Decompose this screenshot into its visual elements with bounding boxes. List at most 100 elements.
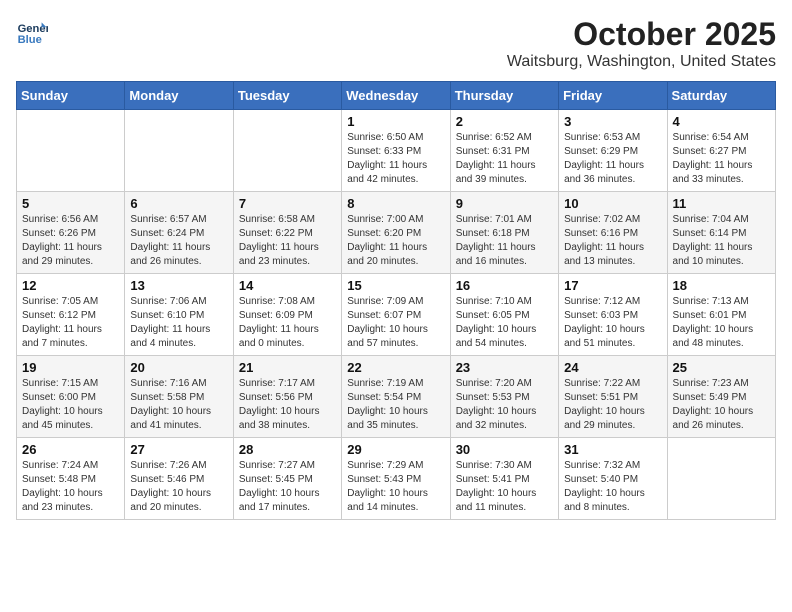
- calendar-cell: 15 Sunrise: 7:09 AM Sunset: 6:07 PM Dayli…: [342, 274, 450, 356]
- weekday-header-sunday: Sunday: [17, 82, 125, 110]
- day-number: 25: [673, 360, 770, 375]
- calendar-cell: 7 Sunrise: 6:58 AM Sunset: 6:22 PM Daylig…: [233, 192, 341, 274]
- day-info: Sunrise: 6:56 AM Sunset: 6:26 PM Dayligh…: [22, 213, 119, 269]
- day-number: 1: [347, 114, 444, 129]
- calendar-cell: 31 Sunrise: 7:32 AM Sunset: 5:40 PM Dayli…: [559, 438, 667, 520]
- calendar-cell: 19 Sunrise: 7:15 AM Sunset: 6:00 PM Dayli…: [17, 356, 125, 438]
- calendar-cell: 4Sunrise: 6:54 AM Sunset: 6:27 PM Daylig…: [667, 110, 775, 192]
- day-number: 20: [130, 360, 227, 375]
- day-info: Sunrise: 7:24 AM Sunset: 5:48 PM Dayligh…: [22, 459, 119, 515]
- day-info: Sunrise: 7:17 AM Sunset: 5:56 PM Dayligh…: [239, 377, 336, 433]
- calendar-cell: 8 Sunrise: 7:00 AM Sunset: 6:20 PM Daylig…: [342, 192, 450, 274]
- day-info: Sunrise: 6:52 AM Sunset: 6:31 PM Dayligh…: [456, 131, 553, 187]
- day-number: 16: [456, 278, 553, 293]
- day-info: Sunrise: 7:22 AM Sunset: 5:51 PM Dayligh…: [564, 377, 661, 433]
- day-number: 6: [130, 196, 227, 211]
- calendar-week-row: 19 Sunrise: 7:15 AM Sunset: 6:00 PM Dayli…: [17, 356, 776, 438]
- calendar-cell: 25 Sunrise: 7:23 AM Sunset: 5:49 PM Dayli…: [667, 356, 775, 438]
- calendar-cell: 3 Sunrise: 6:53 AM Sunset: 6:29 PM Daylig…: [559, 110, 667, 192]
- weekday-header-thursday: Thursday: [450, 82, 558, 110]
- day-info: Sunrise: 7:32 AM Sunset: 5:40 PM Dayligh…: [564, 459, 661, 515]
- day-number: 8: [347, 196, 444, 211]
- calendar-cell: 30 Sunrise: 7:30 AM Sunset: 5:41 PM Dayli…: [450, 438, 558, 520]
- page-header: General Blue October 2025 Waitsburg, Was…: [16, 16, 776, 71]
- day-info: Sunrise: 7:20 AM Sunset: 5:53 PM Dayligh…: [456, 377, 553, 433]
- day-info: Sunrise: 7:01 AM Sunset: 6:18 PM Dayligh…: [456, 213, 553, 269]
- day-info: Sunrise: 6:50 AM Sunset: 6:33 PM Dayligh…: [347, 131, 444, 187]
- day-info: Sunrise: 7:06 AM Sunset: 6:10 PM Dayligh…: [130, 295, 227, 351]
- day-info: Sunrise: 7:00 AM Sunset: 6:20 PM Dayligh…: [347, 213, 444, 269]
- day-info: Sunrise: 7:04 AM Sunset: 6:14 PM Dayligh…: [673, 213, 770, 269]
- day-info: Sunrise: 6:53 AM Sunset: 6:29 PM Dayligh…: [564, 131, 661, 187]
- day-number: 5: [22, 196, 119, 211]
- day-info: Sunrise: 7:10 AM Sunset: 6:05 PM Dayligh…: [456, 295, 553, 351]
- day-info: Sunrise: 7:26 AM Sunset: 5:46 PM Dayligh…: [130, 459, 227, 515]
- day-number: 14: [239, 278, 336, 293]
- day-number: 7: [239, 196, 336, 211]
- calendar-cell: 27 Sunrise: 7:26 AM Sunset: 5:46 PM Dayli…: [125, 438, 233, 520]
- calendar-cell: 17 Sunrise: 7:12 AM Sunset: 6:03 PM Dayli…: [559, 274, 667, 356]
- calendar-cell: 22Sunrise: 7:19 AM Sunset: 5:54 PM Dayli…: [342, 356, 450, 438]
- day-number: 23: [456, 360, 553, 375]
- calendar-cell: 1 Sunrise: 6:50 AM Sunset: 6:33 PM Daylig…: [342, 110, 450, 192]
- calendar-cell: 26 Sunrise: 7:24 AM Sunset: 5:48 PM Dayli…: [17, 438, 125, 520]
- calendar-cell: 28Sunrise: 7:27 AM Sunset: 5:45 PM Dayli…: [233, 438, 341, 520]
- day-number: 3: [564, 114, 661, 129]
- day-info: Sunrise: 7:09 AM Sunset: 6:07 PM Dayligh…: [347, 295, 444, 351]
- day-number: 12: [22, 278, 119, 293]
- calendar-cell: 18Sunrise: 7:13 AM Sunset: 6:01 PM Dayli…: [667, 274, 775, 356]
- calendar-cell: 5 Sunrise: 6:56 AM Sunset: 6:26 PM Daylig…: [17, 192, 125, 274]
- day-info: Sunrise: 7:15 AM Sunset: 6:00 PM Dayligh…: [22, 377, 119, 433]
- calendar-cell: 13 Sunrise: 7:06 AM Sunset: 6:10 PM Dayli…: [125, 274, 233, 356]
- calendar-cell: 6 Sunrise: 6:57 AM Sunset: 6:24 PM Daylig…: [125, 192, 233, 274]
- day-number: 13: [130, 278, 227, 293]
- calendar-table: SundayMondayTuesdayWednesdayThursdayFrid…: [16, 81, 776, 520]
- calendar-cell: 16 Sunrise: 7:10 AM Sunset: 6:05 PM Dayli…: [450, 274, 558, 356]
- day-info: Sunrise: 7:08 AM Sunset: 6:09 PM Dayligh…: [239, 295, 336, 351]
- calendar-cell: 24Sunrise: 7:22 AM Sunset: 5:51 PM Dayli…: [559, 356, 667, 438]
- calendar-cell: 2 Sunrise: 6:52 AM Sunset: 6:31 PM Daylig…: [450, 110, 558, 192]
- calendar-cell: [125, 110, 233, 192]
- day-info: Sunrise: 7:23 AM Sunset: 5:49 PM Dayligh…: [673, 377, 770, 433]
- day-info: Sunrise: 7:19 AM Sunset: 5:54 PM Dayligh…: [347, 377, 444, 433]
- day-number: 2: [456, 114, 553, 129]
- calendar-cell: 20 Sunrise: 7:16 AM Sunset: 5:58 PM Dayli…: [125, 356, 233, 438]
- day-number: 29: [347, 442, 444, 457]
- month-title: October 2025: [507, 16, 776, 53]
- calendar-cell: 14 Sunrise: 7:08 AM Sunset: 6:09 PM Dayli…: [233, 274, 341, 356]
- day-info: Sunrise: 7:30 AM Sunset: 5:41 PM Dayligh…: [456, 459, 553, 515]
- day-info: Sunrise: 6:57 AM Sunset: 6:24 PM Dayligh…: [130, 213, 227, 269]
- day-number: 31: [564, 442, 661, 457]
- day-number: 26: [22, 442, 119, 457]
- weekday-header-saturday: Saturday: [667, 82, 775, 110]
- day-info: Sunrise: 7:02 AM Sunset: 6:16 PM Dayligh…: [564, 213, 661, 269]
- calendar-cell: 12 Sunrise: 7:05 AM Sunset: 6:12 PM Dayli…: [17, 274, 125, 356]
- location: Waitsburg, Washington, United States: [507, 53, 776, 71]
- day-info: Sunrise: 7:16 AM Sunset: 5:58 PM Dayligh…: [130, 377, 227, 433]
- day-number: 30: [456, 442, 553, 457]
- day-info: Sunrise: 7:05 AM Sunset: 6:12 PM Dayligh…: [22, 295, 119, 351]
- svg-text:Blue: Blue: [18, 34, 42, 46]
- day-number: 27: [130, 442, 227, 457]
- weekday-header-monday: Monday: [125, 82, 233, 110]
- calendar-cell: 29Sunrise: 7:29 AM Sunset: 5:43 PM Dayli…: [342, 438, 450, 520]
- weekday-header-wednesday: Wednesday: [342, 82, 450, 110]
- weekday-header-tuesday: Tuesday: [233, 82, 341, 110]
- day-number: 19: [22, 360, 119, 375]
- day-info: Sunrise: 7:12 AM Sunset: 6:03 PM Dayligh…: [564, 295, 661, 351]
- title-section: October 2025 Waitsburg, Washington, Unit…: [507, 16, 776, 71]
- calendar-cell: 9 Sunrise: 7:01 AM Sunset: 6:18 PM Daylig…: [450, 192, 558, 274]
- day-info: Sunrise: 6:58 AM Sunset: 6:22 PM Dayligh…: [239, 213, 336, 269]
- weekday-header-row: SundayMondayTuesdayWednesdayThursdayFrid…: [17, 82, 776, 110]
- day-number: 9: [456, 196, 553, 211]
- day-number: 10: [564, 196, 661, 211]
- calendar-week-row: 26 Sunrise: 7:24 AM Sunset: 5:48 PM Dayli…: [17, 438, 776, 520]
- calendar-cell: 21Sunrise: 7:17 AM Sunset: 5:56 PM Dayli…: [233, 356, 341, 438]
- day-number: 18: [673, 278, 770, 293]
- day-info: Sunrise: 6:54 AM Sunset: 6:27 PM Dayligh…: [673, 131, 770, 187]
- calendar-cell: [233, 110, 341, 192]
- day-number: 15: [347, 278, 444, 293]
- calendar-cell: 10 Sunrise: 7:02 AM Sunset: 6:16 PM Dayli…: [559, 192, 667, 274]
- logo-icon: General Blue: [16, 16, 48, 48]
- day-number: 17: [564, 278, 661, 293]
